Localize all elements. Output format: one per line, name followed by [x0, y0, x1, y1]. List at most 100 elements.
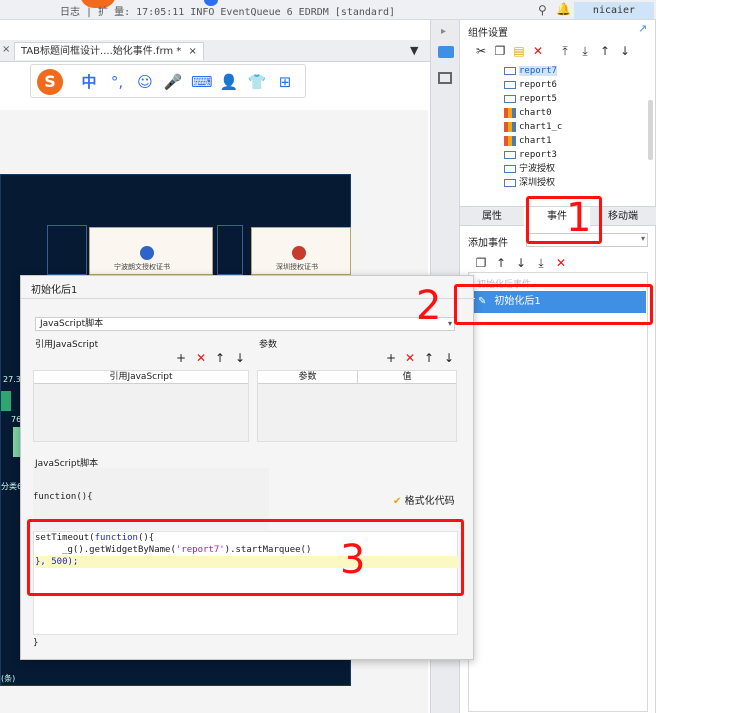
format-code-button[interactable]: ✔ 格式化代码 [393, 492, 455, 507]
component-settings-panel: 组件设置 ↗ ✂ ❐ ▤ ✕ ⤒ ⤓ ↑ ↓ report7 report6 r… [460, 20, 656, 713]
tab-menu-icon[interactable]: ▼ [410, 44, 418, 57]
delete-icon[interactable]: ✕ [554, 256, 568, 270]
tree-item-report5[interactable]: report5 [504, 92, 557, 106]
tree-item-chart1[interactable]: chart1 [504, 134, 552, 148]
cut-icon[interactable]: ✂ [474, 44, 488, 58]
annotation-number-2: 2 [416, 283, 442, 329]
report-icon [504, 178, 516, 187]
tab-label: TAB标题间框设计....始化事件.frm * [21, 46, 182, 57]
param-name-header: 参数 [258, 371, 358, 384]
ref-js-section-title: 引用JavaScript [35, 340, 99, 350]
cert-logo-icon [292, 246, 306, 260]
annotation-number-1: 1 [566, 195, 592, 241]
ime-skin-icon[interactable]: 👕 [247, 72, 267, 92]
ime-punctuation-icon[interactable]: °, [107, 72, 127, 92]
cert-caption: 宁波朗文授权证书 [114, 263, 170, 271]
add-event-label: 添加事件 [468, 238, 508, 249]
expand-arrow-icon[interactable]: ▸ [441, 26, 446, 37]
ime-keyboard-icon[interactable]: ⌨ [191, 72, 213, 92]
event-editor-dialog: 初始化后1 JavaScript脚本 ▾ 引用JavaScript + ✕ ↑ … [20, 275, 475, 660]
ime-voice-icon[interactable]: 🎤 [163, 72, 183, 92]
close-icon[interactable]: × [2, 44, 10, 55]
move-down-icon[interactable]: ↓ [443, 352, 455, 364]
move-down-icon[interactable]: ↓ [234, 352, 246, 364]
event-toolbar: ❐ ↑ ↓ ⤓ ✕ [468, 254, 648, 270]
chart-icon [504, 135, 516, 146]
delete-icon[interactable]: ✕ [531, 44, 545, 58]
cert-logo-icon [140, 246, 154, 260]
bell-icon[interactable]: 🔔 [556, 2, 571, 16]
ref-js-header: 引用JavaScript [34, 371, 248, 384]
report-icon [504, 80, 516, 89]
report-icon [504, 164, 516, 173]
report-icon [504, 150, 516, 159]
preview-frame [47, 225, 87, 275]
cert-caption: 深圳授权证书 [276, 263, 318, 271]
add-icon[interactable]: + [175, 352, 187, 364]
tab-frm-file[interactable]: TAB标题间框设计....始化事件.frm * × [14, 42, 204, 60]
param-value-header: 值 [358, 371, 456, 384]
panel-title: 组件设置 [468, 28, 508, 39]
ime-emoji-icon[interactable]: ☺ [135, 72, 155, 92]
delete-icon[interactable]: ✕ [195, 352, 207, 364]
ref-js-table[interactable]: 引用JavaScript [33, 370, 249, 442]
sogou-logo-icon: S [37, 69, 63, 95]
paste-icon[interactable]: ▤ [512, 44, 526, 58]
search-icon[interactable]: ⚲ [538, 3, 547, 17]
ime-chinese-mode-icon[interactable]: 中 [79, 72, 99, 92]
tree-item-report7[interactable]: report7 [504, 64, 557, 78]
copy-event-icon[interactable]: ❐ [474, 256, 488, 270]
ime-tools-icon[interactable]: ⊞ [275, 72, 295, 92]
tree-item-shenzhen[interactable]: 深圳授权 [504, 176, 555, 190]
add-icon[interactable]: + [385, 352, 397, 364]
ime-user-icon[interactable]: 👤 [219, 72, 239, 92]
divider [21, 298, 475, 299]
side-label: (条) [1, 674, 16, 683]
preview-frame [217, 225, 243, 275]
report-icon [504, 94, 516, 103]
certificate-preview-2: 深圳授权证书 [251, 227, 351, 275]
brush-icon: ✔ [393, 496, 402, 507]
layout-icon[interactable] [438, 72, 452, 84]
chevron-down-icon: ▾ [447, 319, 452, 328]
move-up-icon[interactable]: ↑ [214, 352, 226, 364]
report-icon [504, 66, 516, 75]
top-bar: 日志 | 扩 量: 17:05:11 INFO EventQueue 6 EDR… [0, 0, 656, 20]
move-up-icon[interactable]: ↑ [494, 256, 508, 270]
tree-item-report6[interactable]: report6 [504, 78, 557, 92]
tree-item-chart1-c[interactable]: chart1_c [504, 120, 562, 134]
script-type-select[interactable]: JavaScript脚本 ▾ [35, 317, 455, 331]
copy-icon[interactable]: ❐ [493, 44, 507, 58]
move-bottom-icon[interactable]: ⤓ [578, 44, 592, 58]
function-close-text: } [33, 638, 39, 648]
move-up-icon[interactable]: ↑ [423, 352, 435, 364]
side-label: 分类6 [1, 482, 23, 491]
move-down-icon[interactable]: ↓ [514, 256, 528, 270]
delete-icon[interactable]: ✕ [404, 352, 416, 364]
tree-item-ningbo[interactable]: 宁波授权 [504, 162, 555, 176]
tree-scrollbar[interactable] [648, 100, 653, 160]
tree-item-chart0[interactable]: chart0 [504, 106, 552, 120]
tab-attributes[interactable]: 属性 [460, 207, 524, 226]
editor-tab-strip: × TAB标题间框设计....始化事件.frm * × ▼ [0, 40, 430, 62]
function-open-text: function(){ [33, 492, 93, 502]
params-section-title: 参数 [259, 340, 278, 350]
move-bottom-icon[interactable]: ⤓ [534, 256, 548, 270]
component-settings-icon[interactable] [438, 46, 454, 58]
annotation-number-3: 3 [340, 537, 366, 583]
ime-toolbar: S 中 °, ☺ 🎤 ⌨ 👤 👕 ⊞ [30, 64, 306, 98]
side-value: 27.3 [3, 375, 21, 384]
user-badge[interactable]: nicaier [574, 2, 654, 19]
move-top-icon[interactable]: ⤒ [558, 44, 572, 58]
certificate-preview-1: 宁波朗文授权证书 [89, 227, 213, 275]
tab-close-icon[interactable]: × [189, 46, 197, 57]
params-table[interactable]: 参数 值 [257, 370, 457, 442]
dialog-title: 初始化后1 [31, 285, 78, 296]
move-down-icon[interactable]: ↓ [618, 44, 632, 58]
annotation-box-3 [27, 519, 464, 596]
move-up-icon[interactable]: ↑ [598, 44, 612, 58]
tree-item-report3[interactable]: report3 [504, 148, 557, 162]
event-list: 初始化后事件 ✎ 初始化后1 [468, 272, 648, 712]
annotation-box-2 [454, 284, 653, 325]
pin-icon[interactable]: ↗ [638, 22, 647, 35]
